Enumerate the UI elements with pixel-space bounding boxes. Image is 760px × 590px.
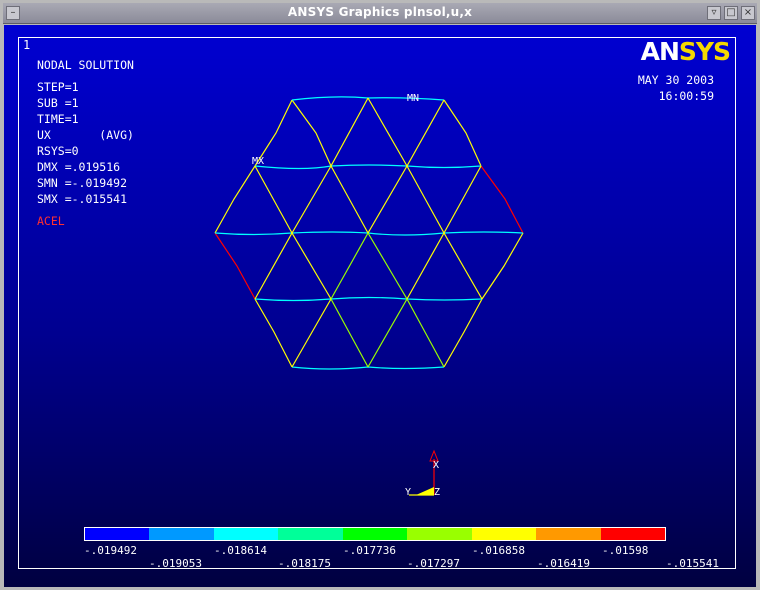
- colorbar-cell: [149, 528, 214, 540]
- mesh-edge: [254, 296, 483, 302]
- mesh-edge: [254, 164, 482, 170]
- colorbar-cell: [85, 528, 150, 540]
- colorbar-label: -.018175: [278, 557, 331, 570]
- mx-marker: MX: [252, 156, 264, 167]
- mesh-edge: [481, 232, 524, 300]
- mesh-edge: [330, 165, 369, 234]
- colorbar-cell: [536, 528, 601, 540]
- colorbar-label: -.019492: [84, 544, 137, 557]
- mesh-edge: [254, 165, 293, 234]
- mesh-edge: [254, 298, 293, 368]
- mesh-edge: [480, 165, 524, 234]
- mesh-edge: [330, 232, 369, 300]
- mesh-edges: [214, 96, 524, 370]
- mesh-edge: [367, 298, 408, 368]
- ansys-graphics-window: – ANSYS Graphics plnsol,u,x ▿ □ × 1 NODA…: [0, 0, 760, 590]
- mesh-edge: [406, 298, 445, 368]
- colorbar-label: -.017736: [343, 544, 396, 557]
- colorbar-cell: [278, 528, 343, 540]
- mesh-edge: [443, 165, 482, 234]
- contour-colorbar: [84, 527, 666, 541]
- close-icon[interactable]: ×: [741, 6, 755, 20]
- mesh-edge: [367, 165, 408, 234]
- mesh-edge: [406, 165, 445, 234]
- colorbar-label: -.01598: [602, 544, 649, 557]
- colorbar-label: -.016419: [537, 557, 590, 570]
- title-bar[interactable]: – ANSYS Graphics plnsol,u,x ▿ □ ×: [3, 3, 757, 24]
- colorbar-label: -.019053: [149, 557, 202, 570]
- mesh-edge: [367, 97, 408, 167]
- maximize-icon[interactable]: □: [724, 6, 738, 20]
- mesh-edge: [443, 298, 483, 368]
- colorbar-label: -.017297: [407, 557, 460, 570]
- colorbar-label: -.015541: [666, 557, 719, 570]
- mesh-edge: [254, 232, 293, 300]
- mesh-edge: [330, 298, 369, 368]
- mesh-edge: [291, 165, 332, 234]
- mesh-edge: [330, 97, 369, 167]
- mesh-edge: [214, 165, 256, 234]
- triad-y-label: Y: [405, 487, 411, 498]
- colorbar-label: -.016858: [472, 544, 525, 557]
- mn-marker: MN: [407, 93, 419, 104]
- graphics-viewport[interactable]: 1 NODAL SOLUTION STEP=1 SUB =1 TIME=1 UX…: [4, 25, 756, 587]
- colorbar-cell: [471, 528, 537, 540]
- mesh-edge: [443, 232, 483, 300]
- colorbar-cell: [407, 528, 472, 540]
- triad-x-label: X: [433, 460, 439, 471]
- colorbar-cell: [600, 528, 665, 540]
- mesh-edge: [443, 99, 482, 167]
- mesh-plot[interactable]: MX MN X Y Z: [4, 25, 756, 587]
- minimize-icon[interactable]: ▿: [707, 6, 721, 20]
- mesh-edge: [291, 366, 445, 370]
- mesh-edge: [367, 232, 408, 300]
- colorbar-cell: [342, 528, 408, 540]
- mesh-edge: [291, 298, 332, 368]
- mesh-edge: [406, 232, 445, 300]
- coordinate-triad: X Y Z: [405, 449, 440, 498]
- mesh-edge: [406, 99, 445, 167]
- mesh-edge: [214, 232, 256, 300]
- window-title: ANSYS Graphics plnsol,u,x: [287, 5, 473, 19]
- triad-z-wedge-icon: [416, 487, 434, 495]
- mesh-edge: [291, 99, 332, 167]
- triad-z-label: Z: [434, 487, 440, 498]
- colorbar-cell: [213, 528, 279, 540]
- mesh-edge: [291, 232, 332, 300]
- colorbar-label: -.018614: [214, 544, 267, 557]
